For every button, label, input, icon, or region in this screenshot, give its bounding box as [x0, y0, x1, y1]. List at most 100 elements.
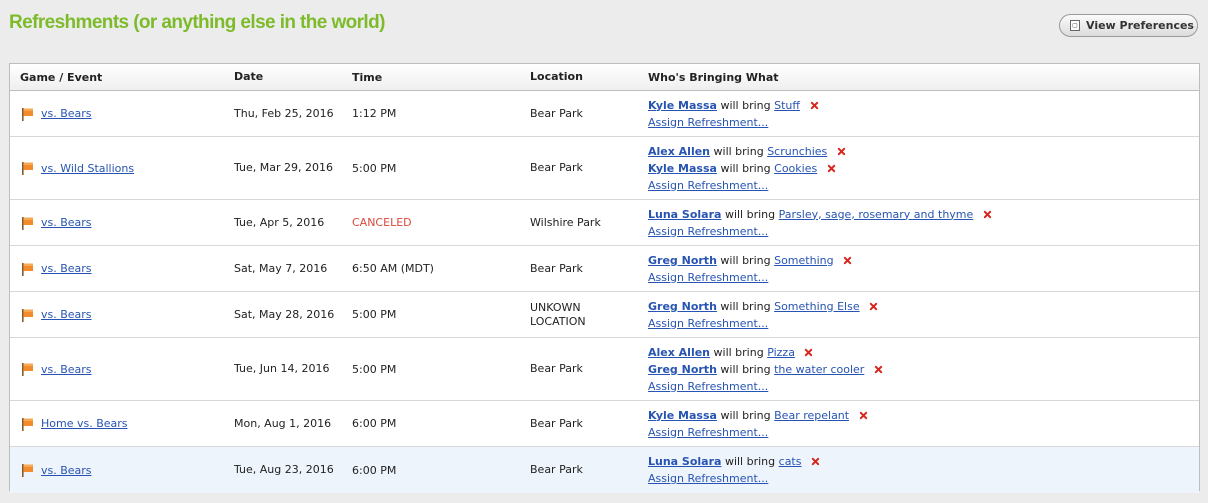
person-link[interactable]: Luna Solara [648, 455, 721, 468]
who-cell: Greg North will bring Something Assign R… [638, 246, 1199, 291]
assign-refreshment-link[interactable]: Assign Refreshment... [648, 317, 768, 330]
person-link[interactable]: Luna Solara [648, 208, 721, 221]
time-cell: 1:12 PM [352, 107, 397, 120]
assign-refreshment-link[interactable]: Assign Refreshment... [648, 179, 768, 192]
location-cell: Bear Park [530, 106, 583, 120]
assignment: Kyle Massa will bring Bear repelant [648, 407, 868, 424]
delete-icon[interactable] [859, 411, 868, 420]
date-cell: Tue, Mar 29, 2016 [234, 161, 334, 174]
assign-refreshment-link[interactable]: Assign Refreshment... [648, 426, 768, 439]
delete-icon[interactable] [983, 210, 992, 219]
person-link[interactable]: Kyle Massa [648, 409, 717, 422]
location-cell: Bear Park [530, 261, 583, 275]
flag-icon [22, 308, 33, 322]
item-link[interactable]: Scrunchies [767, 145, 827, 158]
delete-icon[interactable] [837, 147, 846, 156]
assignment: Greg North will bring Something Else [648, 298, 878, 315]
event-link[interactable]: vs. Bears [41, 216, 92, 229]
delete-icon[interactable] [827, 164, 836, 173]
event-link[interactable]: vs. Bears [41, 308, 92, 321]
refreshments-table: Game / Event Date Time Location Who's Br… [9, 63, 1200, 493]
event-link[interactable]: vs. Bears [41, 262, 92, 275]
assign-refreshment-link[interactable]: Assign Refreshment... [648, 225, 768, 238]
column-header-who: Who's Bringing What [648, 70, 779, 84]
time-cell: 5:00 PM [352, 308, 397, 321]
assignment: Kyle Massa will bring Cookies [648, 160, 836, 177]
event-cell: Home vs. Bears [10, 401, 224, 446]
person-link[interactable]: Greg North [648, 254, 717, 267]
person-link[interactable]: Kyle Massa [648, 99, 717, 112]
item-link[interactable]: cats [779, 455, 802, 468]
column-header-date: Date [234, 70, 264, 83]
item-link[interactable]: Cookies [774, 162, 817, 175]
flag-icon [22, 107, 33, 121]
date-cell: Mon, Aug 1, 2016 [234, 416, 332, 430]
will-bring-text: will bring [720, 299, 771, 313]
will-bring-text: will bring [720, 362, 771, 376]
item-link[interactable]: Something [774, 254, 834, 267]
time-cell: 6:00 PM [352, 463, 397, 477]
will-bring-text: will bring [713, 345, 764, 359]
person-link[interactable]: Alex Allen [648, 346, 710, 359]
assign-refreshment-link[interactable]: Assign Refreshment... [648, 116, 768, 129]
location-cell: UNKOWN LOCATION [530, 300, 586, 328]
will-bring-text: will bring [720, 408, 771, 422]
view-preferences-button[interactable]: ▢ View Preferences [1059, 14, 1198, 37]
delete-icon[interactable] [811, 457, 820, 466]
assignment: Luna Solara will bring Parsley, sage, ro… [648, 206, 992, 223]
event-cell: vs. Bears [10, 292, 224, 337]
delete-icon[interactable] [810, 101, 819, 110]
assignment: Greg North will bring the water cooler [648, 361, 883, 378]
time-cell: 5:00 PM [352, 362, 397, 376]
assignment: Alex Allen will bring Scrunchies [648, 143, 846, 160]
event-link[interactable]: vs. Wild Stallions [41, 162, 134, 175]
assign-refreshment-link[interactable]: Assign Refreshment... [648, 380, 768, 393]
item-link[interactable]: Something Else [774, 300, 860, 313]
will-bring-text: will bring [720, 98, 771, 112]
event-link[interactable]: Home vs. Bears [41, 417, 128, 430]
time-cell: 6:00 PM [352, 417, 397, 430]
event-cell: vs. Bears [10, 447, 224, 493]
item-link[interactable]: Stuff [774, 99, 800, 112]
delete-icon[interactable] [843, 256, 852, 265]
person-link[interactable]: Kyle Massa [648, 162, 717, 175]
person-link[interactable]: Alex Allen [648, 145, 710, 158]
page-title: Refreshments (or anything else in the wo… [9, 12, 385, 33]
date-cell: Sat, May 7, 2016 [234, 261, 328, 275]
item-link[interactable]: Pizza [767, 346, 795, 359]
table-row: vs. Bears Thu, Feb 25, 2016 1:12 PM Bear… [10, 91, 1199, 137]
flag-icon [22, 262, 33, 276]
delete-icon[interactable] [804, 348, 813, 357]
event-link[interactable]: vs. Bears [41, 363, 92, 376]
delete-icon[interactable] [874, 365, 883, 374]
will-bring-text: will bring [720, 253, 771, 267]
who-cell: Alex Allen will bring Scrunchies Kyle Ma… [638, 137, 1199, 199]
assign-refreshment-link[interactable]: Assign Refreshment... [648, 271, 768, 284]
location-cell: Wilshire Park [530, 215, 601, 229]
flag-icon [22, 216, 33, 230]
assignment: Kyle Massa will bring Stuff [648, 97, 819, 114]
table-row: vs. Bears Sat, May 28, 2016 5:00 PM UNKO… [10, 292, 1199, 338]
assignment: Alex Allen will bring Pizza [648, 344, 813, 361]
table-row: vs. Bears Tue, Aug 23, 2016 6:00 PM Bear… [10, 447, 1199, 493]
who-cell: Luna Solara will bring cats Assign Refre… [638, 447, 1199, 493]
event-link[interactable]: vs. Bears [41, 107, 92, 120]
assign-refreshment-link[interactable]: Assign Refreshment... [648, 472, 768, 485]
item-link[interactable]: Bear repelant [774, 409, 849, 422]
time-cell: 6:50 AM (MDT) [352, 262, 434, 275]
person-link[interactable]: Greg North [648, 363, 717, 376]
delete-icon[interactable] [869, 302, 878, 311]
item-link[interactable]: Parsley, sage, rosemary and thyme [779, 208, 974, 221]
date-cell: Tue, Apr 5, 2016 [234, 215, 325, 229]
event-link[interactable]: vs. Bears [41, 464, 92, 477]
preferences-icon: ▢ [1070, 20, 1080, 31]
date-cell: Thu, Feb 25, 2016 [234, 106, 334, 120]
person-link[interactable]: Greg North [648, 300, 717, 313]
who-cell: Alex Allen will bring Pizza Greg North w… [638, 338, 1199, 400]
date-cell: Sat, May 28, 2016 [234, 307, 335, 321]
will-bring-text: will bring [713, 144, 764, 158]
item-link[interactable]: the water cooler [774, 363, 864, 376]
event-cell: vs. Bears [10, 200, 224, 245]
table-body: vs. Bears Thu, Feb 25, 2016 1:12 PM Bear… [10, 91, 1199, 493]
who-cell: Kyle Massa will bring Bear repelant Assi… [638, 401, 1199, 446]
